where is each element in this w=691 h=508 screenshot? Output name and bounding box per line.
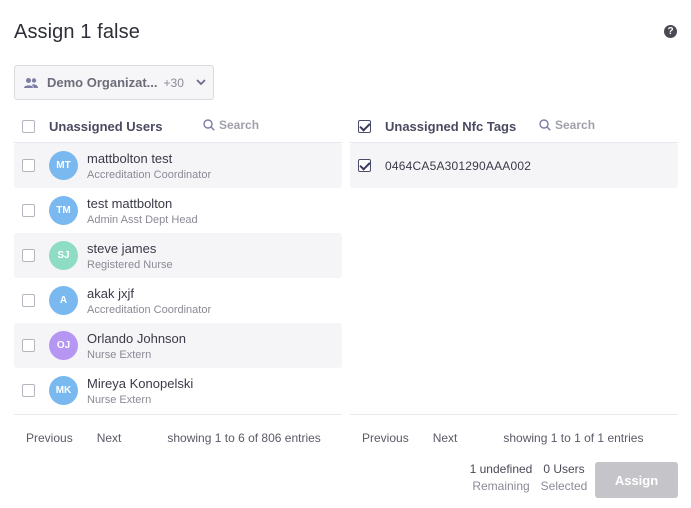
tags-search-placeholder: Search — [555, 118, 596, 132]
user-name: steve james — [87, 240, 157, 256]
user-name: mattbolton test — [87, 150, 173, 166]
organization-extra-count: +30 — [163, 75, 184, 90]
remaining-label: Remaining — [472, 479, 530, 493]
user-info: akak jxjf Accreditation Coordinator — [87, 286, 211, 316]
dialog-title: Assign 1 false — [14, 21, 140, 43]
selected-label: Selected — [540, 479, 588, 493]
user-checkbox[interactable] — [22, 204, 35, 217]
selected-stat: 0 Users Selected — [536, 462, 592, 493]
user-info: mattbolton test Accreditation Coordinator — [87, 151, 211, 181]
users-list: MT mattbolton test Accreditation Coordinat… — [14, 143, 342, 415]
search-icon — [203, 119, 215, 131]
search-icon — [539, 119, 551, 131]
tags-entries-info: showing 1 to 1 of 1 entries — [503, 431, 644, 445]
assign-button[interactable]: Assign — [595, 462, 678, 498]
users-entries-info: showing 1 to 6 of 806 entries — [167, 431, 321, 445]
user-checkbox[interactable] — [22, 384, 35, 397]
avatar: MT — [49, 151, 78, 180]
user-row[interactable]: MT mattbolton test Accreditation Coordinat… — [14, 143, 342, 188]
unassigned-nfc-tags-panel: Unassigned Nfc Tags Search 0464CA5A30129… — [350, 110, 678, 461]
users-search[interactable]: Search — [203, 118, 259, 132]
user-checkbox[interactable] — [22, 249, 35, 262]
user-info: Orlando Johnson Nurse Extern — [87, 331, 186, 361]
select-all-users-checkbox[interactable] — [22, 119, 35, 133]
select-all-tags-checkbox[interactable] — [358, 119, 371, 133]
organization-select[interactable]: Demo Organizat... +30 — [14, 65, 214, 100]
user-checkbox[interactable] — [22, 159, 35, 172]
remaining-value: 1 undefined — [469, 462, 533, 476]
user-role: Registered Nurse — [87, 258, 173, 271]
users-search-placeholder: Search — [219, 118, 260, 132]
user-info: steve james Registered Nurse — [87, 241, 173, 271]
user-name: akak jxjf — [87, 285, 134, 301]
nfc-tag-row[interactable]: 0464CA5A301290AAA002 — [350, 143, 678, 188]
chevron-down-icon — [196, 79, 206, 86]
user-row[interactable]: MK Mireya Konopelski Nurse Extern — [14, 368, 342, 413]
avatar: A — [49, 286, 78, 315]
users-panel-header: Unassigned Users Search — [14, 110, 342, 143]
user-role: Admin Asst Dept Head — [87, 213, 198, 226]
user-role: Accreditation Coordinator — [87, 168, 212, 181]
user-checkbox[interactable] — [22, 339, 35, 352]
tags-search[interactable]: Search — [539, 118, 595, 132]
organization-label: Demo Organizat... — [47, 75, 158, 90]
tags-list: 0464CA5A301290AAA002 — [350, 143, 678, 415]
users-pager: Previous Next showing 1 to 6 of 806 entr… — [14, 415, 342, 461]
user-info: test mattbolton Admin Asst Dept Head — [87, 196, 198, 226]
user-role: Nurse Extern — [87, 393, 152, 406]
avatar: SJ — [49, 241, 78, 270]
user-name: Orlando Johnson — [87, 330, 187, 346]
avatar: OJ — [49, 331, 78, 360]
remaining-stat: 1 undefined Remaining — [462, 462, 540, 493]
users-previous-button[interactable]: Previous — [26, 431, 73, 445]
people-icon — [24, 77, 38, 88]
user-row[interactable]: Aakak jxjf Accreditation Coordinator — [14, 278, 342, 323]
user-name: test mattbolton — [87, 195, 173, 211]
tags-panel-header: Unassigned Nfc Tags Search — [350, 110, 678, 143]
user-row[interactable]: TM test mattbolton Admin Asst Dept Head — [14, 188, 342, 233]
tags-pager: Previous Next showing 1 to 1 of 1 entrie… — [350, 415, 678, 461]
user-checkbox[interactable] — [22, 294, 35, 307]
user-name: Mireya Konopelski — [87, 375, 194, 391]
user-role: Nurse Extern — [87, 348, 152, 361]
avatar: MK — [49, 376, 78, 405]
user-row[interactable]: OJ Orlando Johnson Nurse Extern — [14, 323, 342, 368]
selected-value: 0 Users — [543, 462, 585, 476]
user-role: Accreditation Coordinator — [87, 303, 212, 316]
users-panel-title: Unassigned Users — [49, 118, 163, 134]
user-row[interactable]: SJ steve james Registered Nurse — [14, 233, 342, 278]
nfc-tag-code: 0464CA5A301290AAA002 — [385, 158, 532, 173]
tags-previous-button[interactable]: Previous — [362, 431, 409, 445]
users-next-button[interactable]: Next — [97, 431, 122, 445]
user-info: Mireya Konopelski Nurse Extern — [87, 376, 193, 406]
help-icon[interactable]: ? — [664, 25, 677, 38]
avatar: TM — [49, 196, 78, 225]
unassigned-users-panel: Unassigned Users Search MT mattbolton tes… — [14, 110, 342, 461]
nfc-tag-checkbox[interactable] — [358, 159, 371, 172]
tags-next-button[interactable]: Next — [433, 431, 458, 445]
tags-panel-title: Unassigned Nfc Tags — [385, 118, 517, 134]
